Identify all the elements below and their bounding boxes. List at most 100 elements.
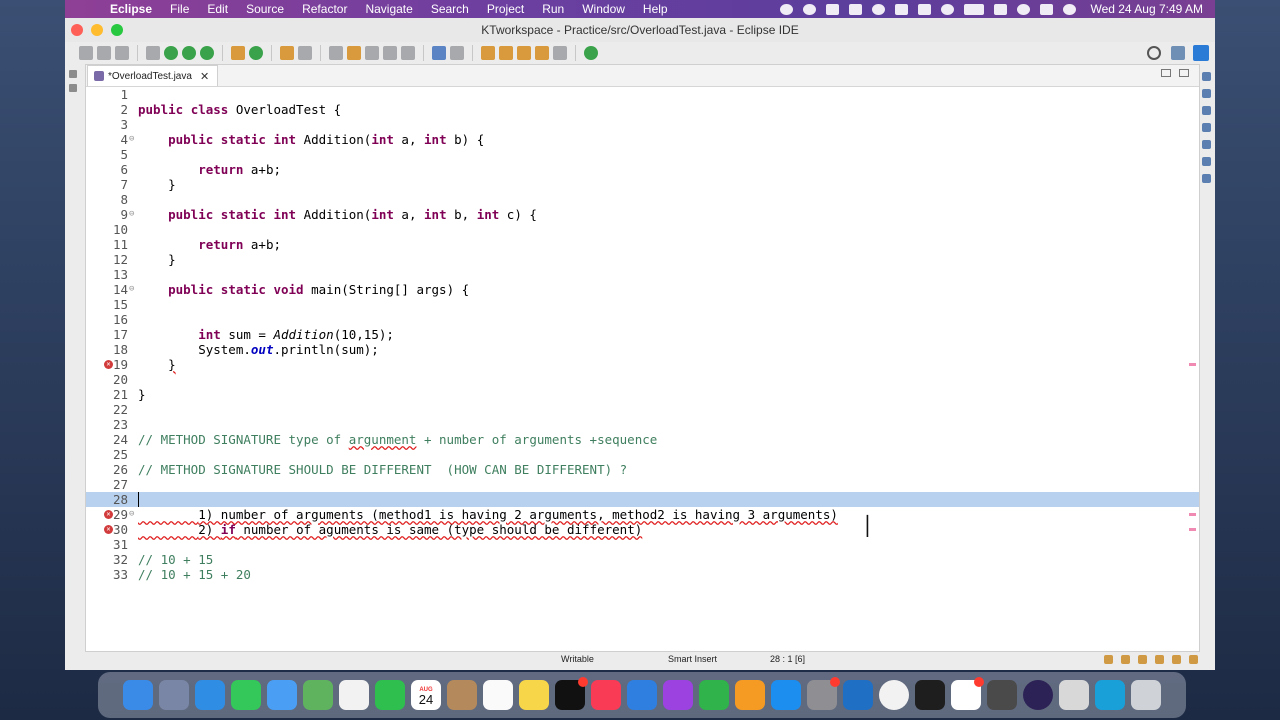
fold-icon[interactable]: ⊖: [129, 282, 134, 297]
menu-refactor[interactable]: Refactor: [293, 2, 356, 16]
run-icon[interactable]: [164, 46, 178, 60]
sublime-icon[interactable]: [987, 680, 1017, 710]
fold-icon[interactable]: ⊖: [129, 507, 134, 522]
menu-help[interactable]: Help: [634, 2, 677, 16]
tv-icon[interactable]: [555, 677, 588, 710]
contacts-icon[interactable]: [447, 680, 477, 710]
notes-icon[interactable]: [519, 680, 549, 710]
messages-icon[interactable]: [231, 680, 261, 710]
close-tab-icon[interactable]: ✕: [200, 70, 209, 83]
control-center-icon[interactable]: [1040, 3, 1054, 15]
status-insert-mode[interactable]: Smart Insert: [668, 654, 717, 664]
clipboard-icon[interactable]: [849, 3, 863, 15]
menu-source[interactable]: Source: [237, 2, 293, 16]
numbers-icon[interactable]: [699, 680, 729, 710]
menubar-clock[interactable]: Wed 24 Aug 7:49 AM: [1090, 2, 1203, 16]
java-perspective-icon[interactable]: [1193, 45, 1209, 61]
outline-icon[interactable]: [1202, 89, 1211, 98]
maximize-icon[interactable]: [1179, 69, 1189, 77]
terminal-icon[interactable]: [915, 680, 945, 710]
moon-icon[interactable]: [941, 3, 955, 15]
menu-run[interactable]: Run: [533, 2, 573, 16]
settings-icon[interactable]: [1189, 654, 1198, 664]
safari-icon[interactable]: [195, 680, 225, 710]
code-area[interactable]: 1 2 public class OverloadTest { 3 4 ⊖ publ…: [86, 87, 1199, 651]
back-icon[interactable]: [535, 46, 549, 60]
screenshot-icon[interactable]: [1095, 680, 1125, 710]
pin-editor-icon[interactable]: [584, 46, 598, 60]
pencil-icon[interactable]: [1172, 654, 1181, 664]
coverage-icon[interactable]: [182, 46, 196, 60]
overview-error-marker[interactable]: [1189, 528, 1196, 531]
fold-icon[interactable]: ⊖: [129, 207, 134, 222]
system-preferences-icon[interactable]: [807, 677, 840, 710]
maps-icon[interactable]: [303, 680, 333, 710]
menu-search[interactable]: Search: [422, 2, 478, 16]
task-list-icon[interactable]: [1202, 106, 1211, 115]
toggle-mark-occurrences-icon[interactable]: [329, 46, 343, 60]
menu-file[interactable]: File: [161, 2, 198, 16]
keynote-icon[interactable]: [627, 680, 657, 710]
pilcrow-icon[interactable]: [401, 46, 415, 60]
spotlight-icon[interactable]: [1017, 3, 1031, 15]
podcasts-icon[interactable]: [663, 680, 693, 710]
app-status-icon[interactable]: [895, 3, 909, 15]
console-icon[interactable]: [1202, 174, 1211, 183]
book-icon[interactable]: [1138, 654, 1147, 664]
shield-icon[interactable]: [918, 3, 932, 15]
declaration-icon[interactable]: [1202, 157, 1211, 166]
restore-icon[interactable]: [69, 70, 77, 78]
calendar-icon[interactable]: AUG 24: [411, 680, 441, 710]
problems-icon[interactable]: [1202, 123, 1211, 132]
app-store-icon[interactable]: [771, 680, 801, 710]
photos-icon[interactable]: [339, 680, 369, 710]
reminders-icon[interactable]: [483, 680, 513, 710]
open-perspective-icon[interactable]: [1171, 46, 1185, 60]
open-type-icon[interactable]: [280, 46, 294, 60]
last-edit-icon[interactable]: [517, 46, 531, 60]
facetime-icon[interactable]: [375, 680, 405, 710]
menu-window[interactable]: Window: [573, 2, 634, 16]
javadoc-icon[interactable]: [1202, 140, 1211, 149]
siri-icon[interactable]: [1063, 3, 1077, 15]
new-java-project-icon[interactable]: [231, 46, 245, 60]
cloud-icon[interactable]: [826, 3, 840, 15]
minimize-icon[interactable]: [1161, 69, 1171, 77]
external-tools-icon[interactable]: [200, 46, 214, 60]
save-icon[interactable]: [97, 46, 111, 60]
gear-icon[interactable]: [803, 3, 817, 15]
music-icon[interactable]: [591, 680, 621, 710]
launchpad-icon[interactable]: [159, 680, 189, 710]
new-class-icon[interactable]: [249, 46, 263, 60]
restore-icon[interactable]: [1202, 72, 1211, 81]
forward-icon[interactable]: [553, 46, 567, 60]
lightbulb-icon[interactable]: [1104, 654, 1113, 664]
toggle-block-icon[interactable]: [365, 46, 379, 60]
pages-icon[interactable]: [735, 680, 765, 710]
eclipse-icon[interactable]: [1023, 680, 1053, 710]
save-all-icon[interactable]: [115, 46, 129, 60]
chrome-icon[interactable]: [879, 680, 909, 710]
search-icon[interactable]: [1147, 46, 1161, 60]
glasses-icon[interactable]: [1121, 654, 1130, 664]
mail-icon[interactable]: [267, 680, 297, 710]
overview-error-marker[interactable]: [1189, 513, 1196, 516]
minimize-window-button[interactable]: [91, 24, 103, 36]
toggle-whitespace-icon[interactable]: [383, 46, 397, 60]
previous-annotation-icon[interactable]: [499, 46, 513, 60]
java-editor[interactable]: *OverloadTest.java ✕ 1 2 public class Ove…: [85, 64, 1200, 652]
record-icon[interactable]: [780, 3, 794, 15]
menu-project[interactable]: Project: [478, 2, 533, 16]
book-open-icon[interactable]: [1155, 654, 1164, 664]
skip-breakpoints-icon[interactable]: [450, 46, 464, 60]
terminal-tool-icon[interactable]: [432, 46, 446, 60]
close-window-button[interactable]: [71, 24, 83, 36]
finder-icon[interactable]: [123, 680, 153, 710]
preview-icon[interactable]: [1059, 680, 1089, 710]
slack-icon[interactable]: [951, 677, 984, 710]
fold-icon[interactable]: ⊖: [129, 132, 134, 147]
next-annotation-icon[interactable]: [481, 46, 495, 60]
new-icon[interactable]: [79, 46, 93, 60]
menu-navigate[interactable]: Navigate: [356, 2, 421, 16]
vscode-icon[interactable]: [843, 680, 873, 710]
